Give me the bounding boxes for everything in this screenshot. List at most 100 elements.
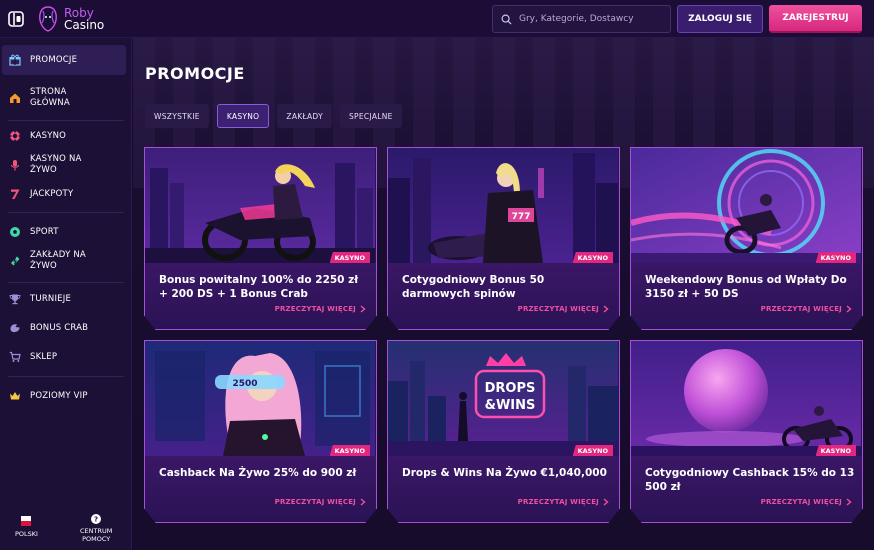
- sidebar-item-bonus-crab[interactable]: BONUS CRAB: [2, 320, 126, 336]
- sidebar-item-label: STRONA GŁÓWNA: [30, 87, 70, 108]
- logo-face-icon: [36, 5, 60, 33]
- sidebar-divider: [8, 376, 124, 377]
- tab-wszystkie[interactable]: WSZYSTKIE: [145, 104, 209, 128]
- top-bar: Roby Casino ZALOGUJ SIĘ ZAREJESTRUJ: [0, 0, 874, 38]
- sidebar-item-promocje[interactable]: PROMOCJE: [2, 45, 126, 75]
- home-icon: [8, 91, 22, 105]
- sidebar-item-sport[interactable]: SPORT: [2, 224, 126, 240]
- read-more-label: PRZECZYTAJ WIĘCEJ: [760, 498, 842, 506]
- read-more-link[interactable]: PRZECZYTAJ WIĘCEJ: [761, 498, 852, 506]
- seven-icon: [8, 187, 22, 201]
- promo-image: [631, 148, 861, 263]
- sidebar-item-label: PROMOCJE: [30, 54, 78, 65]
- sidebar-item-label: POZIOMY VIP: [30, 390, 88, 401]
- sidebar-footer: POLSKI ? CENTRUM POMOCY: [0, 512, 132, 550]
- sidebar-divider: [8, 282, 124, 283]
- promo-tabs: WSZYSTKIE KASYNO ZAKŁADY SPECJALNE: [145, 104, 402, 128]
- wins-logo-text: &WINS: [485, 398, 536, 413]
- chevron-right-icon: [603, 305, 609, 313]
- language-selector[interactable]: POLSKI: [15, 516, 38, 538]
- read-more-label: PRZECZYTAJ WIĘCEJ: [517, 498, 599, 506]
- read-more-label: PRZECZYTAJ WIĘCEJ: [274, 305, 356, 313]
- category-badge: KASYNO: [815, 445, 856, 456]
- sidebar-item-label: BONUS CRAB: [30, 322, 89, 333]
- sidebar: PROMOCJE STRONA GŁÓWNA KASYNO KASYNO NA …: [0, 38, 132, 550]
- svg-text:777: 777: [512, 212, 531, 222]
- read-more-link[interactable]: PRZECZYTAJ WIĘCEJ: [518, 305, 609, 313]
- search-input[interactable]: [519, 14, 659, 24]
- svg-text:?: ?: [94, 516, 98, 524]
- search-box[interactable]: [492, 5, 671, 33]
- promo-title: Drops & Wins Na Żywo €1,040,000: [402, 467, 607, 479]
- read-more-link[interactable]: PRZECZYTAJ WIĘCEJ: [761, 305, 852, 313]
- register-button[interactable]: ZAREJESTRUJ: [769, 5, 862, 33]
- promo-image: [145, 148, 375, 263]
- help-label-line2: POMOCY: [82, 535, 111, 543]
- sidebar-item-label: JACKPOTY: [30, 188, 74, 199]
- sidebar-item-label: ZAKŁADY NA ŻYWO: [30, 250, 86, 271]
- menu-toggle-icon[interactable]: [6, 9, 26, 29]
- help-center-link[interactable]: ? CENTRUM POMOCY: [80, 514, 112, 543]
- read-more-label: PRZECZYTAJ WIĘCEJ: [760, 305, 842, 313]
- read-more-link[interactable]: PRZECZYTAJ WIĘCEJ: [518, 498, 609, 506]
- sidebar-item-poziomy-vip[interactable]: POZIOMY VIP: [2, 388, 126, 404]
- crab-claw-icon: [8, 321, 22, 335]
- chevron-right-icon: [846, 305, 852, 313]
- promo-card[interactable]: KASYNO Weekendowy Bonus od Wpłaty Do 315…: [630, 147, 863, 330]
- drops-logo-text: DROPS: [485, 381, 536, 396]
- crown-icon: [8, 389, 22, 403]
- promo-title: Weekendowy Bonus od Wpłaty Do 3150 zł + …: [645, 274, 847, 300]
- sidebar-item-strona-glowna[interactable]: STRONA GŁÓWNA: [2, 84, 126, 112]
- logo-text-casino: Casino: [64, 17, 105, 32]
- sidebar-item-label: KASYNO NA ŻYWO: [30, 154, 82, 175]
- help-icon: ?: [91, 514, 102, 524]
- sidebar-item-label: SPORT: [30, 226, 59, 237]
- microphone-icon: [8, 158, 22, 172]
- promo-card[interactable]: 777 KASYNO Cotygodniowy Bonus 50 darmowy…: [387, 147, 620, 330]
- sidebar-item-sklep[interactable]: SKLEP: [2, 349, 126, 365]
- promo-title: Cotygodniowy Cashback 15% do 13 500 zł: [645, 467, 855, 493]
- promo-title: Cashback Na Żywo 25% do 900 zł: [159, 467, 357, 479]
- promo-card[interactable]: 2500 KASYNO Cashback Na Żywo 25% do 900 …: [144, 340, 377, 523]
- main-content: PROMOCJE WSZYSTKIE KASYNO ZAKŁADY SPECJA…: [133, 38, 874, 550]
- sidebar-item-label: KASYNO: [30, 130, 67, 141]
- promo-card[interactable]: KASYNO Cotygodniowy Cashback 15% do 13 5…: [630, 340, 863, 523]
- tab-specjalne[interactable]: SPECJALNE: [339, 104, 402, 128]
- sidebar-divider: [8, 212, 124, 213]
- soccer-ball-icon: [8, 225, 22, 239]
- category-badge: KASYNO: [815, 252, 856, 263]
- category-badge: KASYNO: [329, 252, 370, 263]
- promo-title: Cotygodniowy Bonus 50 darmowych spinów: [402, 274, 545, 300]
- promo-title: Bonus powitalny 100% do 2250 zł + 200 DS…: [159, 274, 359, 300]
- sidebar-item-label: TURNIEJE: [30, 293, 72, 304]
- read-more-link[interactable]: PRZECZYTAJ WIĘCEJ: [275, 305, 366, 313]
- tab-zaklady[interactable]: ZAKŁADY: [277, 104, 332, 128]
- promo-card[interactable]: DROPS &WINS KASYNO Drops & Wins Na Żywo …: [387, 340, 620, 523]
- chevron-right-icon: [360, 305, 366, 313]
- sidebar-item-kasyno-na-zywo[interactable]: KASYNO NA ŻYWO: [2, 152, 126, 178]
- category-badge: KASYNO: [572, 445, 613, 456]
- sidebar-item-zaklady-na-zywo[interactable]: ZAKŁADY NA ŻYWO: [2, 248, 126, 274]
- casino-chip-icon: [8, 129, 22, 143]
- promo-image: DROPS &WINS: [388, 341, 618, 456]
- tab-kasyno[interactable]: KASYNO: [216, 104, 270, 128]
- chevron-right-icon: [360, 498, 366, 506]
- logo[interactable]: Roby Casino: [36, 5, 104, 33]
- poland-flag-icon: [21, 516, 32, 526]
- promo-image: [631, 341, 861, 456]
- read-more-label: PRZECZYTAJ WIĘCEJ: [274, 498, 356, 506]
- read-more-link[interactable]: PRZECZYTAJ WIĘCEJ: [275, 498, 366, 506]
- category-badge: KASYNO: [329, 445, 370, 456]
- promo-card[interactable]: KASYNO Bonus powitalny 100% do 2250 zł +…: [144, 147, 377, 330]
- sidebar-item-jackpoty[interactable]: JACKPOTY: [2, 186, 126, 202]
- promo-image: 2500: [145, 341, 375, 456]
- sidebar-item-turnieje[interactable]: TURNIEJE: [2, 291, 126, 307]
- page-title: PROMOCJE: [145, 64, 245, 83]
- svg-text:2500: 2500: [232, 379, 257, 389]
- category-badge: KASYNO: [572, 252, 613, 263]
- sidebar-divider: [8, 120, 124, 121]
- language-label: POLSKI: [15, 530, 38, 538]
- help-label-line1: CENTRUM: [80, 527, 113, 535]
- sidebar-item-kasyno[interactable]: KASYNO: [2, 128, 126, 144]
- login-button[interactable]: ZALOGUJ SIĘ: [677, 5, 763, 33]
